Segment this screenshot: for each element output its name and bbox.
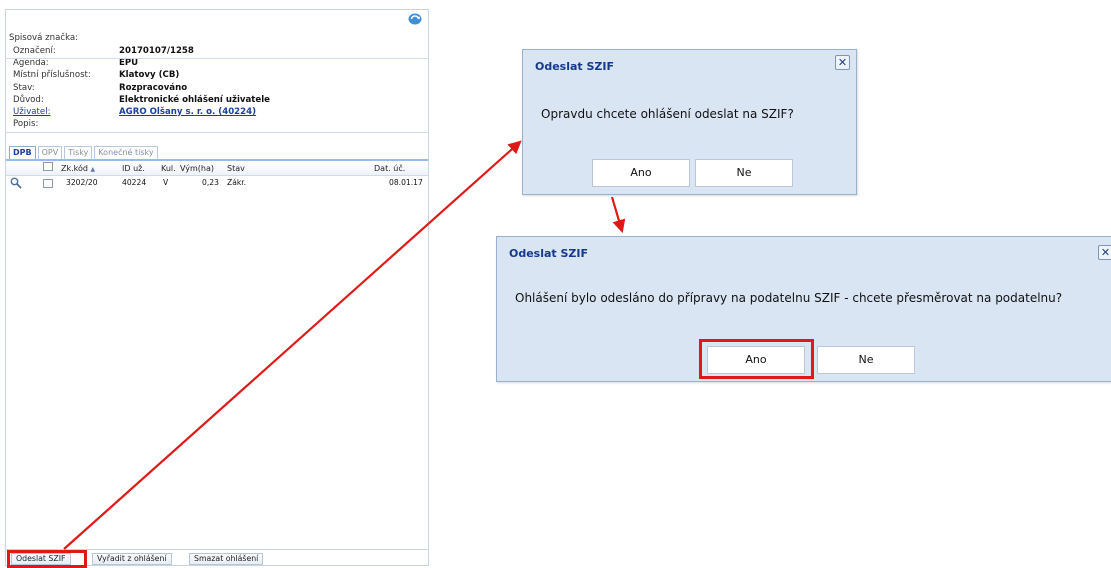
tab-prints[interactable]: Tisky: [64, 146, 93, 159]
column-header-label: Zk.kód: [61, 164, 88, 173]
field-value: Elektronické ohlášení uživatele: [119, 94, 271, 105]
column-header-culture[interactable]: Kul.: [161, 162, 176, 176]
field-row-reason: Důvod: Elektronické ohlášení uživatele: [6, 94, 428, 106]
cell-state: Zákr.: [227, 178, 247, 187]
field-label: Agenda:: [13, 58, 49, 69]
column-header-user-id[interactable]: ID už.: [122, 162, 145, 176]
confirm-send-dialog: Odeslat SZIF ✕ Opravdu chcete ohlášení o…: [522, 49, 857, 195]
refresh-icon[interactable]: [408, 13, 422, 25]
no-button[interactable]: Ne: [695, 159, 793, 187]
file-number-label: Spisová značka:: [9, 33, 79, 43]
cell-code: 3202/20: [66, 178, 98, 187]
grid-header: Zk.kód ▲ ID už. Kul. Vým(ha) Stav Dat. ú…: [6, 162, 428, 176]
no-button[interactable]: Ne: [817, 346, 915, 374]
table-row[interactable]: 3202/20 40224 V 0,23 Zákr. 08.01.17: [6, 176, 428, 190]
field-row-user: Uživatel: AGRO Olšany s. r. o. (40224): [6, 106, 428, 118]
field-value: 20170107/1258: [119, 46, 194, 56]
select-all-checkbox[interactable]: [43, 162, 53, 171]
user-value-link[interactable]: AGRO Olšany s. r. o. (40224): [119, 106, 256, 118]
detail-fields: Spisová značka: Označení: 20170107/1258 …: [6, 32, 428, 130]
report-detail-panel: Spisová značka: Označení: 20170107/1258 …: [5, 9, 429, 566]
cell-user-id: 40224: [122, 178, 147, 187]
send-button-highlight: [7, 550, 87, 568]
yes-button[interactable]: Ano: [592, 159, 690, 187]
dialog-message: Opravdu chcete ohlášení odeslat na SZIF?: [541, 107, 794, 121]
field-row-state: Stav: Rozpracováno: [6, 82, 428, 94]
magnifier-icon[interactable]: [10, 177, 22, 189]
cell-date: 08.01.17: [389, 178, 423, 187]
divider: [6, 132, 428, 133]
field-label: Místní příslušnost:: [13, 70, 91, 81]
field-row-description: Popis:: [6, 118, 428, 130]
field-label: Stav:: [13, 82, 35, 93]
tab-final-prints[interactable]: Konečné tisky: [94, 146, 158, 159]
column-header-code[interactable]: Zk.kód ▲: [61, 162, 95, 177]
delete-report-button[interactable]: Smazat ohlášení: [189, 553, 264, 565]
remove-from-report-button[interactable]: Vyřadit z ohlášení: [92, 553, 172, 565]
arrow-to-redirect-dialog: [610, 196, 626, 234]
tab-underline: [6, 159, 428, 161]
row-checkbox[interactable]: [43, 179, 53, 188]
cell-culture: V: [163, 178, 169, 187]
column-header-state[interactable]: Stav: [227, 162, 245, 176]
close-icon[interactable]: ✕: [835, 55, 850, 70]
sort-arrow-icon: ▲: [90, 166, 96, 173]
field-value: Rozpracováno: [119, 82, 188, 93]
tab-opv[interactable]: OPV: [37, 146, 63, 159]
dialog-message: Ohlášení bylo odesláno do přípravy na po…: [515, 291, 1063, 305]
field-row-designation: Označení: 20170107/1258: [6, 45, 428, 57]
dialog-title: Odeslat SZIF: [509, 247, 589, 260]
field-value: Klatovy (CB): [119, 70, 180, 81]
field-label: Důvod:: [13, 94, 44, 105]
divider: [6, 58, 428, 59]
close-icon[interactable]: ✕: [1098, 245, 1111, 260]
field-value: EPU: [119, 58, 139, 69]
cell-area: 0,23: [202, 178, 219, 187]
user-label-link[interactable]: Uživatel:: [13, 106, 50, 118]
field-row-agenda: Agenda: EPU: [6, 57, 428, 69]
field-row-jurisdiction: Místní příslušnost: Klatovy (CB): [6, 69, 428, 81]
field-label: Označení:: [13, 46, 56, 56]
yes-button-highlight: [699, 339, 814, 379]
dialog-title: Odeslat SZIF: [535, 60, 615, 73]
field-label: Popis:: [13, 119, 39, 130]
column-header-area[interactable]: Vým(ha): [180, 162, 214, 176]
column-header-date[interactable]: Dat. úč.: [374, 162, 405, 176]
tab-dpb[interactable]: DPB: [9, 146, 36, 159]
tab-bar: DPB OPV Tisky Konečné tisky: [9, 146, 158, 159]
